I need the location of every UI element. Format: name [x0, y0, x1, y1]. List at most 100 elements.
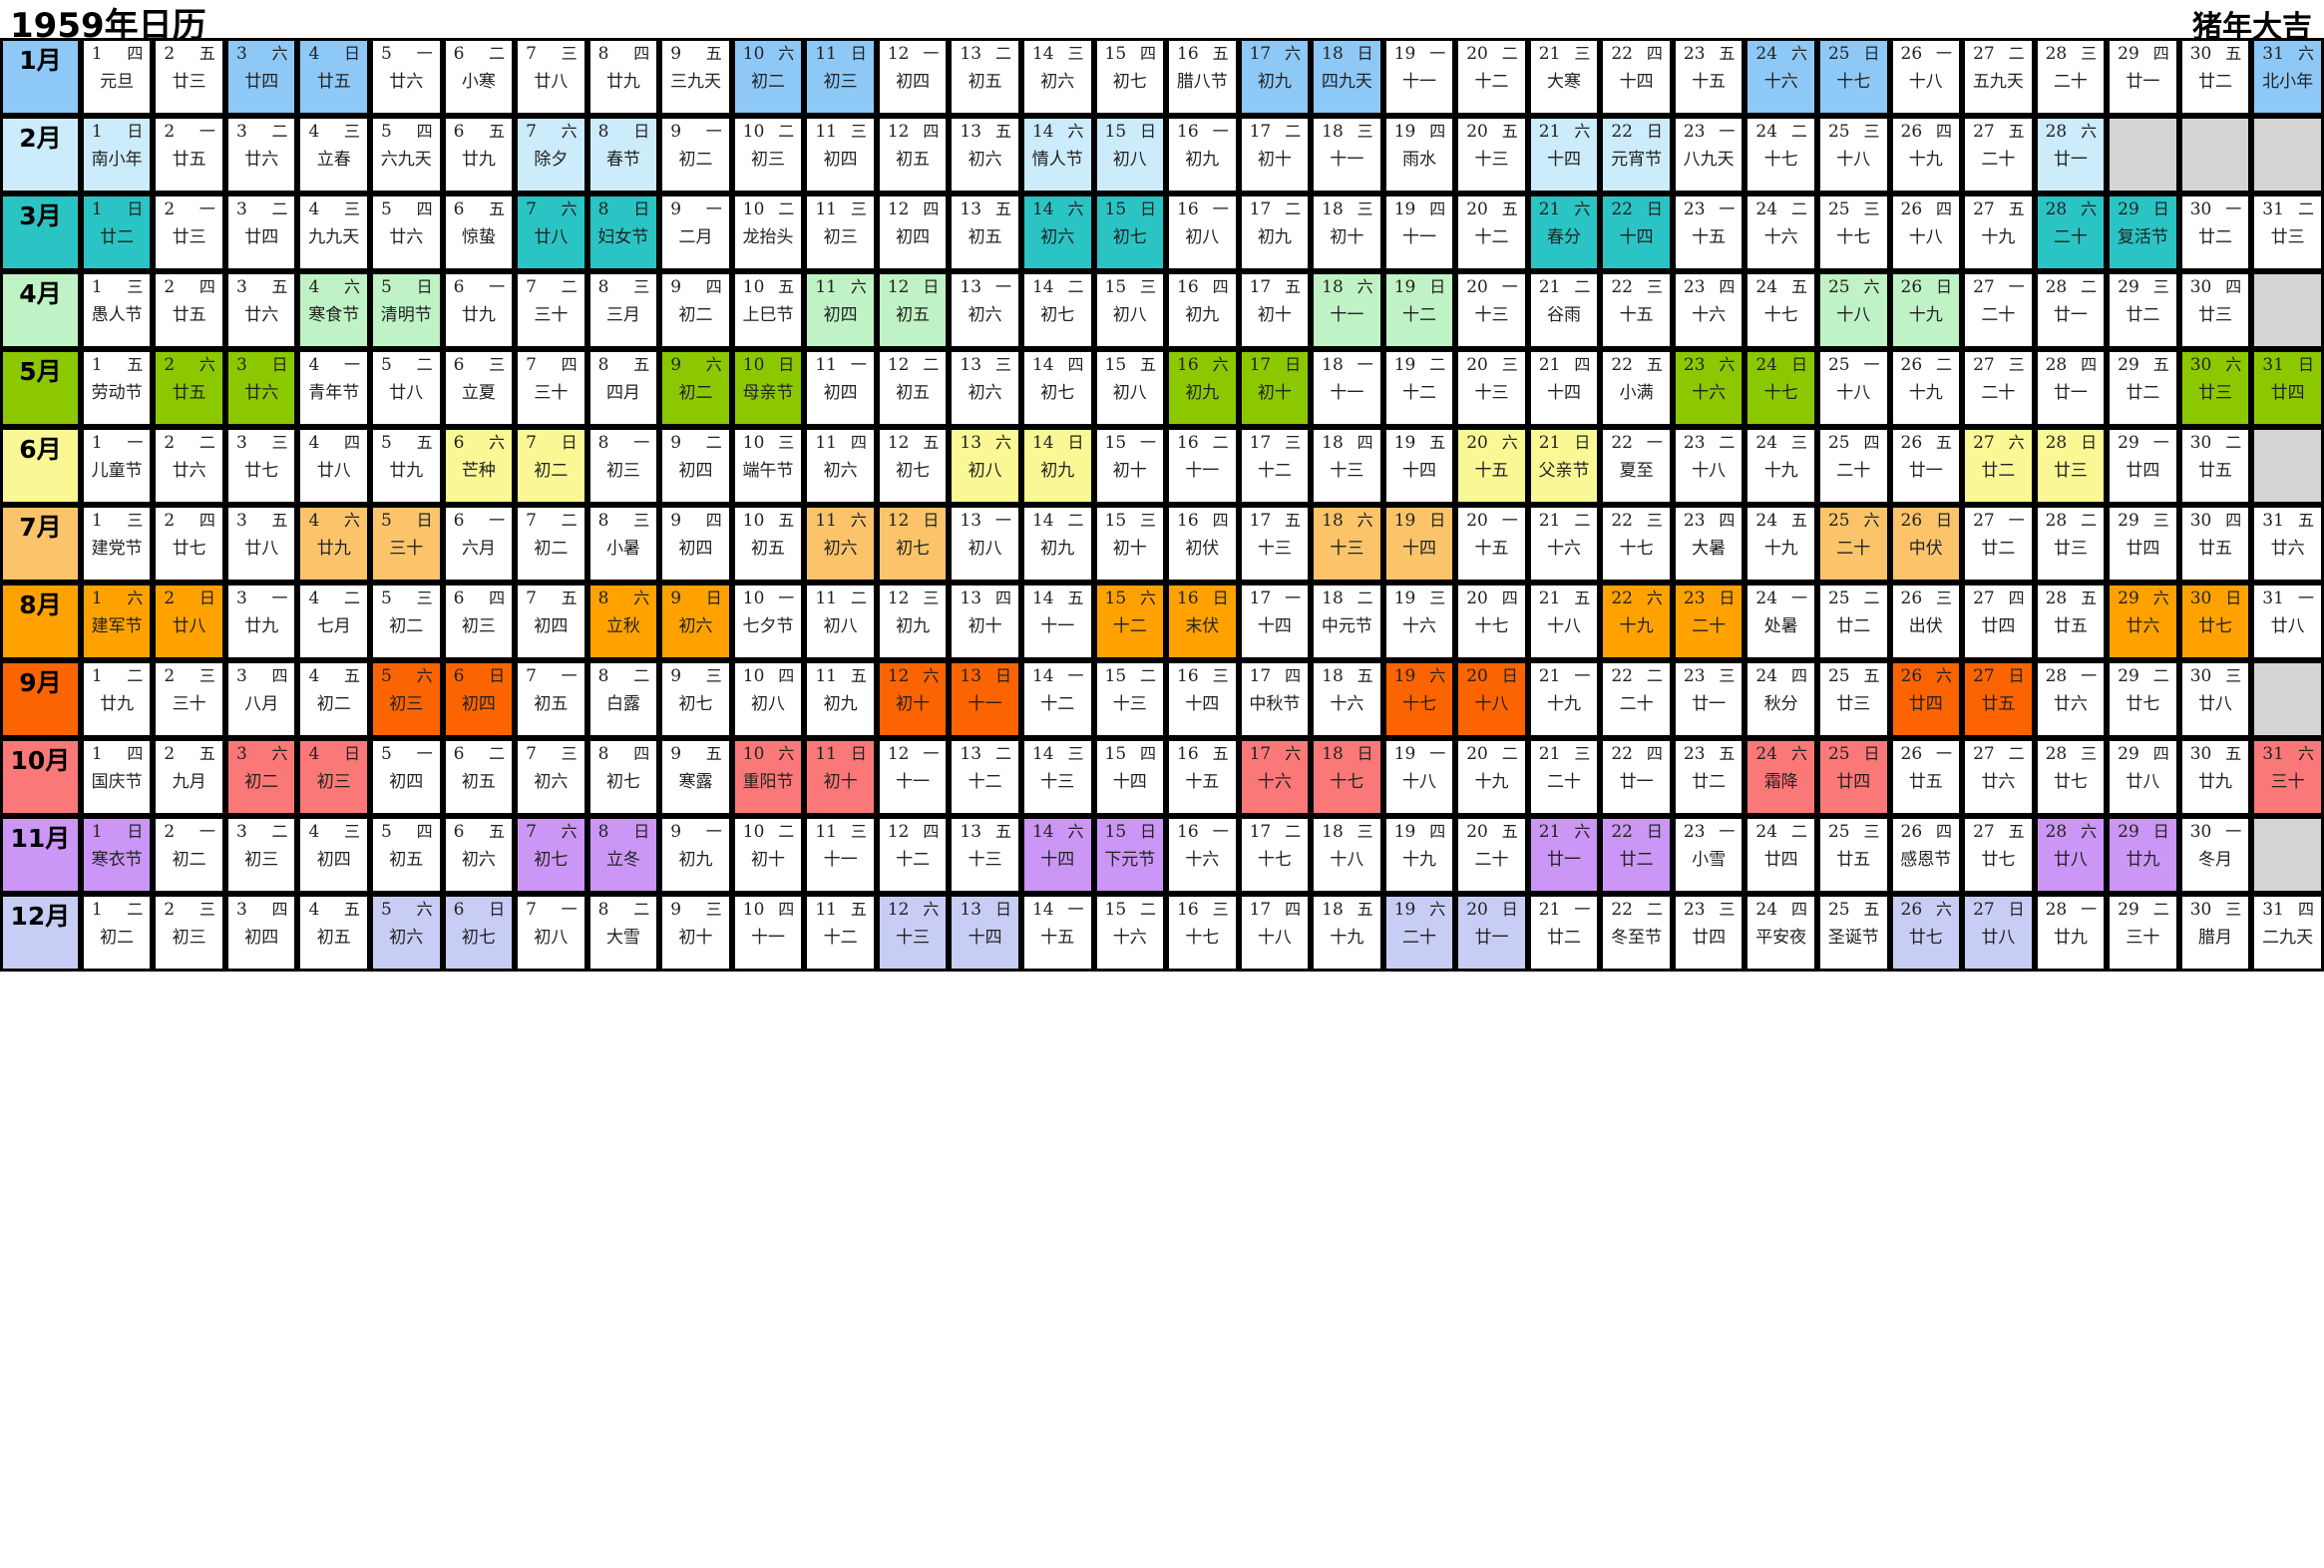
month-label-6[interactable]: 6月: [0, 427, 81, 505]
day-cell[interactable]: 18 四十三: [1311, 427, 1383, 505]
day-cell[interactable]: 12 一十一: [876, 738, 950, 816]
day-cell[interactable]: 19 四十九: [1382, 816, 1456, 894]
day-cell[interactable]: 6 二初五: [442, 738, 516, 816]
day-cell[interactable]: 28 一廿六: [2034, 660, 2108, 738]
day-cell[interactable]: 12 日初七: [876, 505, 950, 583]
day-cell[interactable]: 1 四元旦: [80, 38, 154, 116]
day-cell[interactable]: 21 三大寒: [1527, 38, 1601, 116]
day-cell[interactable]: 30 六廿三: [2178, 349, 2252, 427]
day-cell[interactable]: 1 日寒衣节: [80, 816, 154, 894]
day-cell[interactable]: 20 五十二: [1455, 194, 1528, 271]
day-cell[interactable]: 11 六初六: [804, 505, 877, 583]
month-label-3[interactable]: 3月: [0, 194, 81, 271]
day-cell[interactable]: 5 四廿六: [370, 194, 443, 271]
day-cell[interactable]: 8 一初三: [586, 427, 660, 505]
day-cell[interactable]: 9 四初四: [659, 505, 732, 583]
day-cell[interactable]: 2 三三十: [153, 660, 225, 738]
day-cell[interactable]: 19 六十七: [1382, 660, 1456, 738]
day-cell[interactable]: 24 一处暑: [1744, 583, 1817, 660]
day-cell[interactable]: 14 日初九: [1020, 427, 1094, 505]
day-cell[interactable]: 11 六初四: [804, 271, 877, 349]
day-cell[interactable]: 25 日廿四: [1816, 738, 1890, 816]
day-cell[interactable]: 19 四雨水: [1382, 116, 1456, 194]
day-cell[interactable]: 20 五十三: [1455, 116, 1528, 194]
day-cell[interactable]: 10 五上巳节: [731, 271, 805, 349]
day-cell[interactable]: 13 五初六: [949, 116, 1021, 194]
day-cell[interactable]: 16 三十七: [1166, 894, 1239, 972]
day-cell[interactable]: 10 二初三: [731, 116, 805, 194]
day-cell[interactable]: 25 六二十: [1816, 505, 1890, 583]
day-cell[interactable]: 15 三初十: [1093, 505, 1167, 583]
day-cell[interactable]: 5 二廿八: [370, 349, 443, 427]
day-cell[interactable]: 1 五劳动节: [80, 349, 154, 427]
day-cell[interactable]: 16 五腊八节: [1166, 38, 1239, 116]
day-cell[interactable]: 2 一廿三: [153, 194, 225, 271]
day-cell[interactable]: 15 五初八: [1093, 349, 1167, 427]
day-cell[interactable]: 2 一初二: [153, 816, 225, 894]
day-cell[interactable]: 20 一十三: [1455, 271, 1528, 349]
day-cell[interactable]: 30 五廿九: [2178, 738, 2252, 816]
day-cell[interactable]: 23 五廿二: [1672, 738, 1745, 816]
day-cell[interactable]: 30 二廿五: [2178, 427, 2252, 505]
day-cell[interactable]: 16 二十一: [1166, 427, 1239, 505]
day-cell[interactable]: 27 五十九: [1962, 194, 2035, 271]
day-cell[interactable]: 29 五廿二: [2107, 349, 2179, 427]
day-cell[interactable]: 10 六重阳节: [731, 738, 805, 816]
day-cell[interactable]: 7 二三十: [515, 271, 587, 349]
day-cell[interactable]: 23 日二十: [1672, 583, 1745, 660]
day-cell[interactable]: 17 三十二: [1238, 427, 1312, 505]
day-cell[interactable]: 6 日初七: [442, 894, 516, 972]
day-cell[interactable]: 8 四廿九: [586, 38, 660, 116]
day-cell[interactable]: 12 四十二: [876, 816, 950, 894]
day-cell[interactable]: 5 一廿六: [370, 38, 443, 116]
month-label-12[interactable]: 12月: [0, 894, 81, 972]
day-cell[interactable]: 22 四十四: [1600, 38, 1673, 116]
day-cell[interactable]: 16 一初九: [1166, 116, 1239, 194]
day-cell[interactable]: 1 二初二: [80, 894, 154, 972]
day-cell[interactable]: 12 三初九: [876, 583, 950, 660]
day-cell[interactable]: 11 五初九: [804, 660, 877, 738]
day-cell[interactable]: 19 日十四: [1382, 505, 1456, 583]
day-cell[interactable]: 17 六十六: [1238, 738, 1312, 816]
day-cell[interactable]: 24 三十九: [1744, 427, 1817, 505]
day-cell[interactable]: 25 六十八: [1816, 271, 1890, 349]
day-cell[interactable]: 5 四初五: [370, 816, 443, 894]
day-cell[interactable]: 6 三立夏: [442, 349, 516, 427]
day-cell[interactable]: 13 二十二: [949, 738, 1021, 816]
day-cell[interactable]: 10 日母亲节: [731, 349, 805, 427]
day-cell[interactable]: 14 二初九: [1020, 505, 1094, 583]
day-cell[interactable]: 18 日十七: [1311, 738, 1383, 816]
day-cell[interactable]: 2 日廿八: [153, 583, 225, 660]
month-label-8[interactable]: 8月: [0, 583, 81, 660]
day-cell[interactable]: 17 一十四: [1238, 583, 1312, 660]
day-cell[interactable]: 4 六廿九: [297, 505, 371, 583]
day-cell[interactable]: 27 六廿二: [1962, 427, 2035, 505]
day-cell[interactable]: 4 三初四: [297, 816, 371, 894]
day-cell[interactable]: 31 六三十: [2251, 738, 2324, 816]
day-cell[interactable]: 5 一初四: [370, 738, 443, 816]
day-cell[interactable]: 17 二十七: [1238, 816, 1312, 894]
day-cell[interactable]: 5 六初三: [370, 660, 443, 738]
day-cell[interactable]: 26 三出伏: [1889, 583, 1963, 660]
day-cell[interactable]: 30 四廿五: [2178, 505, 2252, 583]
day-cell[interactable]: 24 六十六: [1744, 38, 1817, 116]
day-cell[interactable]: 27 日廿五: [1962, 660, 2035, 738]
day-cell[interactable]: 19 二十二: [1382, 349, 1456, 427]
day-cell[interactable]: 9 日初六: [659, 583, 732, 660]
month-label-1[interactable]: 1月: [0, 38, 81, 116]
day-cell[interactable]: 29 三廿二: [2107, 271, 2179, 349]
day-cell[interactable]: 23 二十八: [1672, 427, 1745, 505]
day-cell[interactable]: 27 二廿六: [1962, 738, 2035, 816]
day-cell[interactable]: 7 二初二: [515, 505, 587, 583]
day-cell[interactable]: 30 三廿八: [2178, 660, 2252, 738]
day-cell[interactable]: 24 五十九: [1744, 505, 1817, 583]
day-cell[interactable]: 26 一廿五: [1889, 738, 1963, 816]
day-cell[interactable]: 10 二初十: [731, 816, 805, 894]
day-cell[interactable]: 3 二廿四: [224, 194, 298, 271]
day-cell[interactable]: 1 日廿二: [80, 194, 154, 271]
day-cell[interactable]: 14 一十五: [1020, 894, 1094, 972]
day-cell[interactable]: 26 六廿四: [1889, 660, 1963, 738]
day-cell[interactable]: 21 二十六: [1527, 505, 1601, 583]
day-cell[interactable]: 14 二初七: [1020, 271, 1094, 349]
day-cell[interactable]: 12 四初四: [876, 194, 950, 271]
